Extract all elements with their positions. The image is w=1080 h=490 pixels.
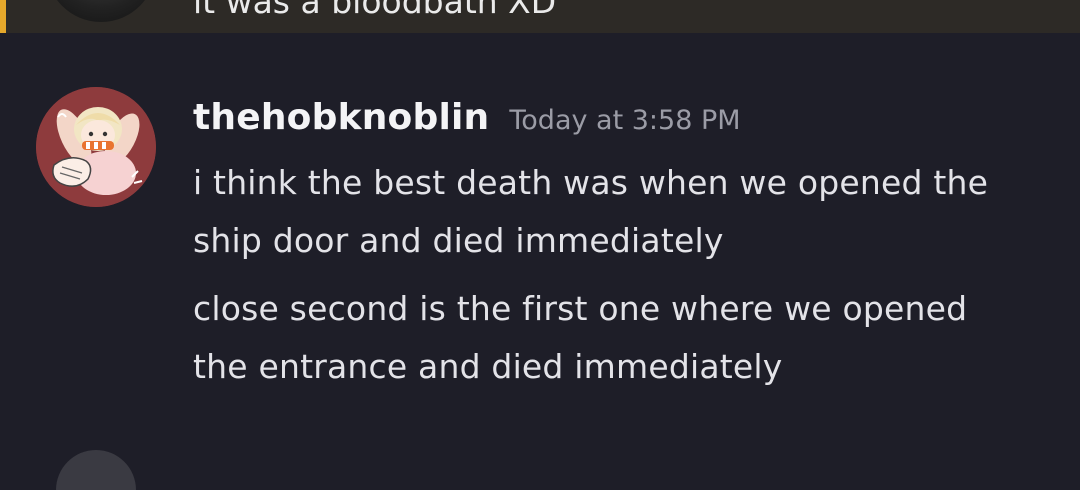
next-author-avatar[interactable]: [56, 450, 136, 490]
message-line: ship door and died immediately: [193, 221, 724, 260]
user-avatar[interactable]: [36, 87, 156, 207]
timestamp[interactable]: Today at 3:58 PM: [509, 105, 740, 136]
message-line: close second is the first one where we o…: [193, 289, 968, 328]
chat-message[interactable]: thehobknoblin Today at 3:58 PM i think th…: [0, 33, 1080, 456]
message-line: i think the best death was when we opene…: [193, 163, 989, 202]
avatar-illustration: [36, 87, 156, 207]
mention-highlight-bar: [0, 0, 6, 33]
message-line: the entrance and died immediately: [193, 347, 783, 386]
message-header: thehobknoblin Today at 3:58 PM: [193, 97, 741, 138]
previous-author-avatar[interactable]: [46, 0, 156, 22]
previous-message[interactable]: it was a bloodbath XD: [0, 0, 1080, 33]
username[interactable]: thehobknoblin: [193, 97, 489, 138]
previous-message-text: it was a bloodbath XD: [193, 0, 557, 21]
